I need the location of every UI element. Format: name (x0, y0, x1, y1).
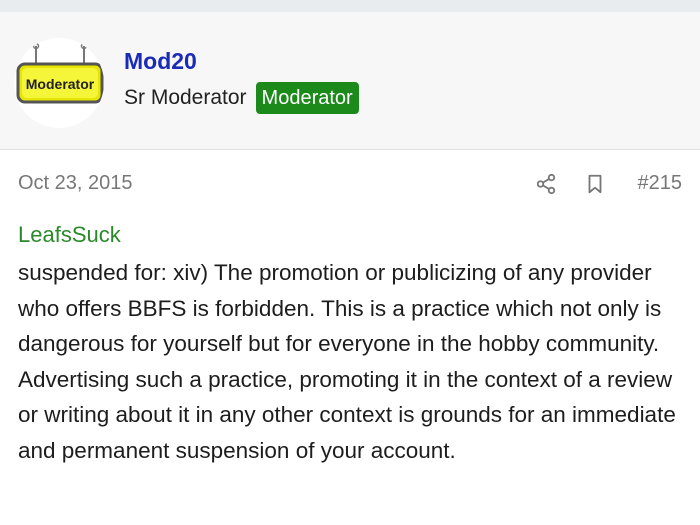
avatar[interactable]: Moderator (14, 38, 104, 128)
post-author-header: Moderator Mod20 Sr Moderator Moderator (0, 12, 700, 150)
top-bar (0, 0, 700, 12)
post-body: suspended for: xiv) The promotion or pub… (18, 260, 676, 463)
post-date[interactable]: Oct 23, 2015 (18, 172, 133, 195)
bookmark-icon[interactable] (584, 173, 606, 195)
user-title-row: Sr Moderator Moderator (124, 82, 359, 114)
user-title: Sr Moderator (124, 86, 247, 109)
username[interactable]: Mod20 (124, 48, 197, 75)
post-number[interactable]: #215 (638, 172, 683, 195)
share-icon[interactable] (535, 173, 557, 195)
moderator-badge: Moderator (255, 82, 359, 114)
quote-author[interactable]: LeafsSuck (18, 222, 121, 248)
moderator-sign-icon: Moderator (16, 42, 104, 104)
post-meta-row: Oct 23, 2015 #215 (18, 170, 682, 200)
avatar-sign-text: Moderator (26, 76, 95, 92)
